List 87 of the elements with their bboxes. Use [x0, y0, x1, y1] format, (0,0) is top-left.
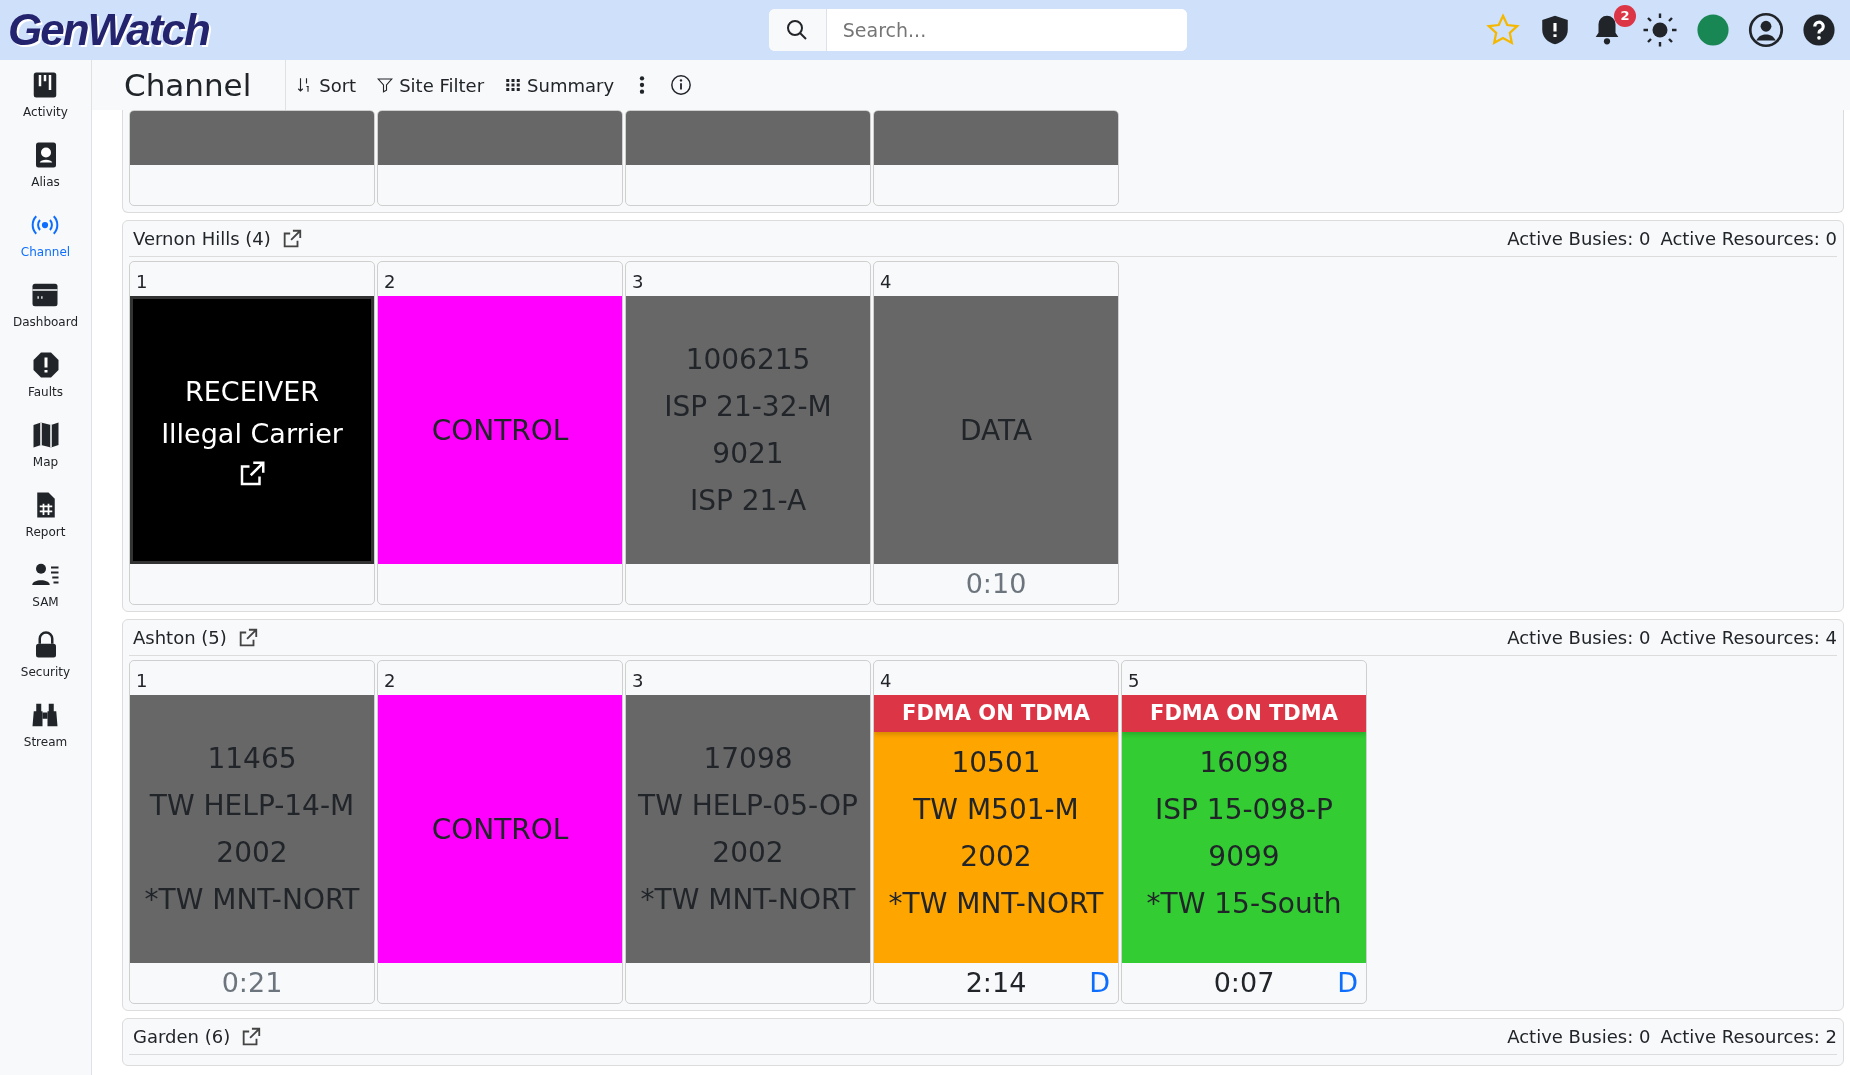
- channel-tile[interactable]: 1 11465 TW HELP-14-M 2002 *TW MNT-NORT 0:21: [129, 660, 375, 1004]
- alert-banner: FDMA ON TDMA: [874, 695, 1118, 732]
- filter-icon: [376, 76, 395, 94]
- site-name: Ashton (5): [133, 626, 227, 650]
- timer: 2:14: [965, 965, 1027, 1000]
- status-dot-icon: [1696, 13, 1730, 47]
- tile-text: 16098: [1199, 745, 1289, 781]
- nav-item[interactable]: Report: [25, 490, 66, 541]
- tile-text: 9021: [712, 436, 784, 472]
- tile-text: CONTROL: [431, 811, 569, 848]
- site-name: Garden (6): [133, 1025, 231, 1049]
- sun-icon[interactable]: [1642, 12, 1678, 48]
- tile-text: DATA: [959, 412, 1033, 449]
- tile-text: ISP 15-098-P: [1155, 792, 1333, 828]
- star-icon[interactable]: [1486, 13, 1520, 47]
- channel-tile[interactable]: [625, 110, 871, 206]
- channel-number: 5: [1128, 670, 1140, 691]
- nav-item[interactable]: Security: [20, 630, 71, 681]
- tile-text: *TW MNT-NORT: [144, 882, 360, 918]
- active-resources: Active Resources: 2: [1660, 1025, 1837, 1049]
- nav-item[interactable]: Activity: [23, 70, 68, 121]
- nav-item[interactable]: Stream: [23, 700, 68, 751]
- tile-text: 2002: [712, 835, 784, 871]
- tile-text: *TW MNT-NORT: [640, 882, 856, 918]
- nav-item[interactable]: Alias: [30, 140, 61, 191]
- tile-text: 17098: [703, 741, 793, 777]
- tile-text: 9099: [1208, 839, 1280, 875]
- channel-number: 1: [136, 271, 148, 292]
- channel-number: 4: [880, 271, 892, 292]
- user-icon[interactable]: [1748, 12, 1784, 48]
- tile-text: TW M501-M: [913, 792, 1079, 828]
- notification-count: 2: [1614, 5, 1636, 27]
- channel-tile[interactable]: 3 1006215 ISP 21-32-M 9021 ISP 21-A: [625, 261, 871, 605]
- tile-text: 1006215: [685, 342, 811, 378]
- channel-tile[interactable]: [377, 110, 623, 206]
- nav-item[interactable]: Channel: [20, 210, 71, 261]
- active-resources: Active Resources: 4: [1660, 626, 1837, 650]
- tile-text: 10501: [951, 745, 1041, 781]
- channel-number: 2: [384, 670, 396, 691]
- tile-text: TW HELP-14-M: [149, 788, 355, 824]
- channel-number: 4: [880, 670, 892, 691]
- help-icon[interactable]: [1802, 13, 1836, 47]
- channel-tile[interactable]: [873, 110, 1119, 206]
- tile-text: *TW MNT-NORT: [888, 886, 1104, 922]
- active-busies: Active Busies: 0: [1507, 626, 1651, 650]
- channel-number: 1: [136, 670, 148, 691]
- info-icon[interactable]: [670, 74, 693, 96]
- tile-text: 2002: [216, 835, 288, 871]
- channel-tile[interactable]: 4 DATA 0:10: [873, 261, 1119, 605]
- active-busies: Active Busies: 0: [1507, 227, 1651, 251]
- nav-item[interactable]: Map: [30, 420, 61, 471]
- toolbar-button[interactable]: Summary: [494, 71, 625, 99]
- alert-banner: FDMA ON TDMA: [1122, 695, 1366, 732]
- tile-text: TW HELP-05-OP: [638, 788, 858, 824]
- flag-link[interactable]: D: [1089, 962, 1110, 1003]
- channel-number: 3: [632, 670, 644, 691]
- flag-link[interactable]: D: [1337, 962, 1358, 1003]
- channel-tile[interactable]: 3 17098 TW HELP-05-OP 2002 *TW MNT-NORT: [625, 660, 871, 1004]
- search-field[interactable]: Search...: [768, 9, 1187, 51]
- tile-text: *TW 15-South: [1146, 886, 1342, 922]
- channel-tile[interactable]: 1 RECEIVER Illegal Carrier: [129, 261, 375, 605]
- tile-text: 11465: [207, 741, 297, 777]
- tile-text: ISP 21-A: [689, 483, 807, 519]
- external-link-icon[interactable]: [240, 1025, 263, 1048]
- active-busies: Active Busies: 0: [1507, 1025, 1651, 1049]
- timer: 0:10: [965, 566, 1027, 601]
- channel-tile[interactable]: [129, 110, 375, 206]
- channel-number: 3: [632, 271, 644, 292]
- grid-icon: [504, 76, 523, 94]
- timer: 0:07: [1213, 965, 1275, 1000]
- tile-text: CONTROL: [431, 412, 569, 449]
- toolbar-button[interactable]: Site Filter: [366, 71, 495, 99]
- channel-tile[interactable]: 2 CONTROL: [377, 261, 623, 605]
- nav-item[interactable]: Dashboard: [12, 280, 79, 331]
- nav-item[interactable]: SAM: [30, 560, 61, 611]
- active-resources: Active Resources: 0: [1660, 227, 1837, 251]
- nav-item[interactable]: Faults: [27, 350, 64, 401]
- channel-tile[interactable]: 4 FDMA ON TDMA 10501 TW M501-M 2002 *TW MNT-NORT 2:14 D: [873, 660, 1119, 1004]
- channel-number: 2: [384, 271, 396, 292]
- tile-text: ISP 21-32-M: [664, 389, 832, 425]
- tile-text: 2002: [960, 839, 1032, 875]
- site-name: Vernon Hills (4): [133, 227, 271, 251]
- logo[interactable]: GenWatch: [8, 8, 209, 52]
- channel-tile[interactable]: 2 CONTROL: [377, 660, 623, 1004]
- timer: 0:21: [221, 965, 283, 1000]
- channel-tile[interactable]: 5 FDMA ON TDMA 16098 ISP 15-098-P 9099 *TW 15-South 0:07 D: [1121, 660, 1367, 1004]
- toolbar-button[interactable]: Sort: [286, 71, 367, 99]
